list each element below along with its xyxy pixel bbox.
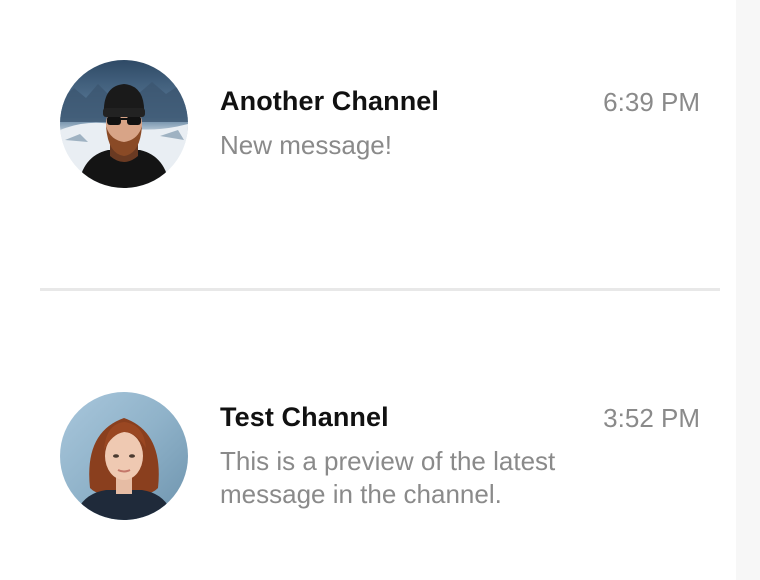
channel-name: Another Channel: [220, 86, 440, 116]
message-preview: This is a preview of the latest message …: [220, 446, 556, 509]
message-timestamp: 3:52 PM: [603, 403, 700, 433]
channel-list-item[interactable]: Test Channel 3:52 PM This is a preview o…: [0, 292, 736, 580]
message-timestamp: 6:39 PM: [603, 87, 700, 117]
avatar-image: [60, 60, 188, 188]
avatar-image: [60, 392, 188, 520]
channel-list-item[interactable]: Another Channel 6:39 PM New message!: [0, 0, 736, 288]
channel-name: Test Channel: [220, 402, 389, 432]
message-preview: New message!: [220, 130, 392, 160]
channel-list-screen: Another Channel 6:39 PM New message! Tes…: [0, 0, 760, 580]
scroll-gutter: [736, 0, 760, 580]
channel-avatar: [60, 392, 188, 520]
channel-avatar: [60, 60, 188, 188]
list-divider: [40, 288, 720, 291]
